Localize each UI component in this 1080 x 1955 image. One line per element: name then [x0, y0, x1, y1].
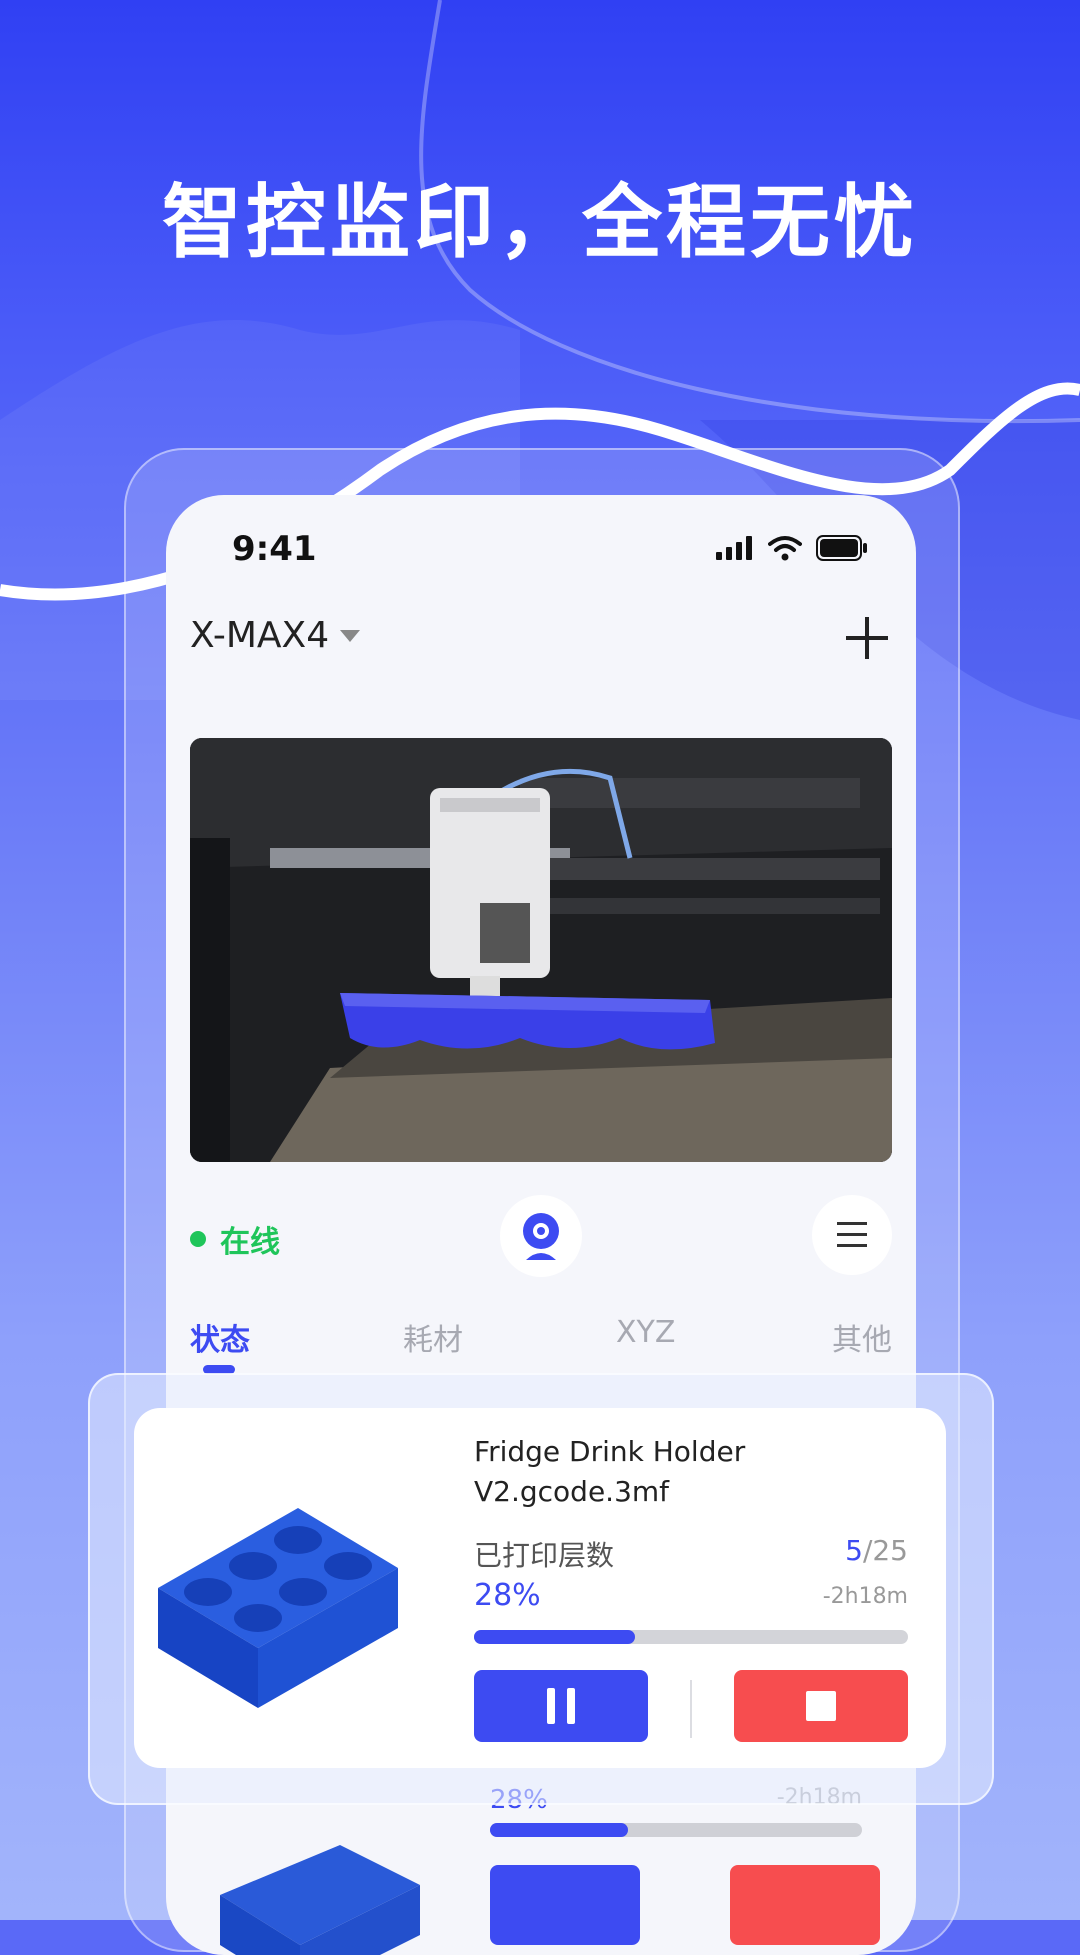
tab-other[interactable]: 其他 [832, 1315, 892, 1359]
menu-button[interactable] [812, 1195, 892, 1275]
layers-total: /25 [862, 1534, 908, 1567]
button-divider [690, 1680, 692, 1738]
ghost-progress-track [490, 1823, 862, 1837]
online-label: 在线 [220, 1225, 280, 1260]
battery-icon [816, 535, 867, 561]
wifi-icon [768, 536, 802, 561]
background-job-card: 28% -2h18m [190, 1785, 892, 1955]
online-dot [190, 1231, 206, 1247]
ghost-progress-fill [490, 1823, 628, 1837]
camera-button[interactable] [500, 1195, 582, 1277]
progress-fill [474, 1630, 635, 1644]
online-status: 在线 [190, 1217, 280, 1261]
job-file-name: Fridge Drink Holder V2.gcode.3mf [474, 1435, 746, 1508]
tab-xyz[interactable]: XYZ [616, 1315, 675, 1350]
time-remaining: -2h18m [822, 1584, 908, 1609]
progress-percent: 28% [474, 1578, 541, 1613]
progress-track [474, 1630, 908, 1644]
pause-icon-bar-right [567, 1688, 575, 1724]
print-job-card: Fridge Drink Holder V2.gcode.3mf 已打印层数 5… [134, 1408, 946, 1768]
tab-filament[interactable]: 耗材 [403, 1315, 463, 1359]
layers-count: 5/25 [845, 1534, 908, 1567]
tab-status[interactable]: 状态 [190, 1315, 250, 1359]
add-device-icon[interactable] [842, 613, 892, 663]
device-name: X-MAX4 [190, 615, 330, 656]
layers-label: 已打印层数 [474, 1539, 615, 1572]
tab-bar: 状态 耗材 XYZ 其他 [190, 1315, 892, 1375]
model-thumbnail [158, 1508, 398, 1708]
pause-button[interactable] [474, 1670, 648, 1742]
layers-done: 5 [845, 1534, 863, 1567]
headline: 智控监印，全程无忧 [162, 176, 918, 269]
menu-icon [837, 1222, 867, 1247]
webcam-icon [523, 1213, 559, 1260]
ghost-stop-button [730, 1865, 880, 1945]
pause-icon-bar-left [547, 1688, 555, 1724]
ghost-thumbnail [220, 1845, 420, 1955]
device-selector[interactable]: X-MAX4 [190, 615, 361, 656]
ghost-pause-button [490, 1865, 640, 1945]
status-icons [716, 535, 868, 561]
stop-icon [806, 1691, 836, 1721]
dropdown-caret-icon [340, 629, 361, 642]
camera-feed[interactable] [190, 738, 892, 1162]
signal-icon [716, 536, 752, 560]
status-time: 9:41 [232, 529, 317, 569]
stop-button[interactable] [734, 1670, 908, 1742]
